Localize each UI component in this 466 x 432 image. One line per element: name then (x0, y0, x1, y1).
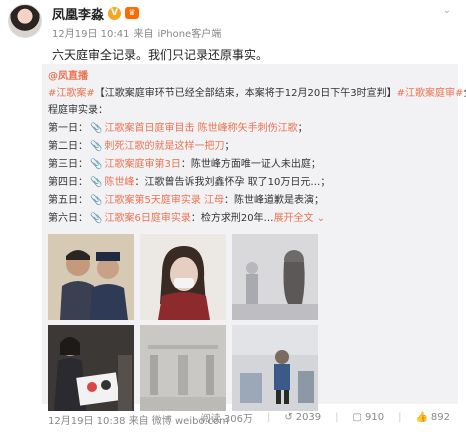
expand-full-text-link[interactable]: 展开全文 ⌄ (274, 213, 326, 224)
image-thumbnail[interactable] (140, 325, 226, 411)
day-link[interactable]: 陈世峰 (104, 177, 134, 188)
like-button[interactable]: 👍 892 (415, 412, 450, 423)
repost-subtitle: 程庭审实录： (48, 105, 108, 116)
repost-headline: 【江歌案庭审环节已经全部结束，本案将于12月20日下午3时宣判】 (94, 88, 397, 99)
repost-line-2: 程庭审实录： (48, 102, 108, 119)
day-link[interactable]: 江歌案首日庭审目击 陈世峰称矢手刺伤江歌 (104, 123, 297, 134)
hashtag-jiangge[interactable]: #江歌案# (48, 88, 95, 99)
post-header: 凤凰李淼 V ♛ 12月19日 10:41 来自 iPhone客户端 ⌄ (0, 0, 466, 46)
crown-badge-icon: ♛ (125, 7, 140, 19)
paperclip-icon: 📎 (90, 195, 103, 206)
avatar[interactable] (8, 4, 42, 38)
verified-badge-icon: V (108, 6, 122, 20)
repost-button[interactable]: ↺ 2039 (284, 412, 321, 423)
paperclip-icon: 📎 (90, 159, 103, 170)
comment-button[interactable]: ▢ 910 (353, 412, 385, 423)
image-thumbnail[interactable] (232, 234, 318, 320)
repost-footer: 12月19日 10:38 来自 微博 weibo.com 阅读 306万 | ↺… (42, 404, 458, 430)
post-time[interactable]: 12月19日 10:41 (52, 25, 129, 40)
image-thumbnail[interactable] (232, 325, 318, 411)
paperclip-icon: 📎 (90, 213, 103, 224)
day-tail: ：陈世峰方面唯一证人未出庭； (180, 159, 321, 170)
day-tail: ：陈世峰道歉是表演； (224, 195, 324, 206)
day-row-3: 第三日： 📎 江歌案庭审第3日：陈世峰方面唯一证人未出庭； (48, 156, 321, 173)
image-thumbnail[interactable] (48, 325, 134, 411)
day-label: 第六日： (48, 213, 88, 224)
repost-author[interactable]: @凤直播 (48, 71, 88, 82)
day-tail: ； (297, 123, 308, 134)
divider: | (398, 412, 402, 423)
day-row-4: 第四日： 📎 陈世峰：江歌曾告诉我刘鑫怀孕 取了10万日元…； (48, 174, 330, 191)
image-thumbnail[interactable] (140, 234, 226, 320)
author-row: 凤凰李淼 V ♛ (52, 4, 140, 23)
post-source: iPhone客户端 (157, 29, 222, 40)
like-count: 892 (430, 412, 450, 423)
divider: | (266, 412, 271, 423)
day-row-2: 第二日： 📎 刺死江歌的就是这样一把刀； (48, 138, 234, 155)
day-label: 第四日： (48, 177, 88, 188)
day-link[interactable]: 江歌案6日庭审实录 (104, 213, 190, 224)
comment-count: 910 (364, 412, 385, 423)
paperclip-icon: 📎 (90, 123, 103, 134)
repost-line-1: #江歌案#【江歌案庭审环节已经全部结束，本案将于12月20日下午3时宣判】#江歌… (48, 85, 466, 102)
thumbs-up-icon: 👍 (415, 412, 428, 423)
day-tail: ：检方求刑20年… (190, 213, 274, 224)
comment-icon: ▢ (352, 412, 362, 423)
paperclip-icon: 📎 (90, 141, 103, 152)
day-label: 第三日： (48, 159, 88, 170)
repost-icon: ↺ (284, 412, 293, 423)
hashtag-trial[interactable]: #江歌案庭审# (397, 88, 464, 99)
day-label: 第五日： (48, 195, 88, 206)
day-row-6: 第六日： 📎 江歌案6日庭审实录：检方求刑20年…展开全文 ⌄ (48, 210, 325, 227)
day-tail: ； (224, 141, 235, 152)
action-bar: 阅读 306万 | ↺ 2039 | ▢ 910 | 👍 892 (201, 410, 450, 425)
day-label: 第二日： (48, 141, 88, 152)
day-link[interactable]: 刺死江歌的就是这样一把刀 (104, 141, 224, 152)
author-name[interactable]: 凤凰李淼 (52, 4, 104, 23)
day-row-1: 第一日： 📎 江歌案首日庭审目击 陈世峰称矢手刺伤江歌； (48, 120, 308, 137)
chevron-down-icon[interactable]: ⌄ (440, 6, 454, 16)
image-thumbnail[interactable] (48, 234, 134, 320)
paperclip-icon: 📎 (90, 177, 103, 188)
read-count: 阅读 306万 (200, 414, 253, 425)
day-label: 第一日： (48, 123, 88, 134)
post-meta: 12月19日 10:41 来自 iPhone客户端 (52, 25, 221, 40)
repost-author-line: @凤直播 (48, 68, 88, 85)
day-row-5: 第五日： 📎 江歌案第5天庭审实录 江母：陈世峰道歉是表演； (48, 192, 324, 209)
day-tail: ：江歌曾告诉我刘鑫怀孕 取了10万日元…； (134, 177, 331, 188)
day-link[interactable]: 江歌案第5天庭审实录 江母 (104, 195, 224, 206)
divider: | (335, 412, 339, 423)
repost-count: 2039 (295, 412, 322, 423)
post-text: 六天庭审全记录。我们只记录还原事实。 (52, 48, 269, 62)
repost-card: @凤直播 #江歌案#【江歌案庭审环节已经全部结束，本案将于12月20日下午3时宣… (42, 64, 466, 411)
post-source-prefix: 来自 (133, 29, 154, 40)
day-link[interactable]: 江歌案庭审第3日 (104, 159, 180, 170)
